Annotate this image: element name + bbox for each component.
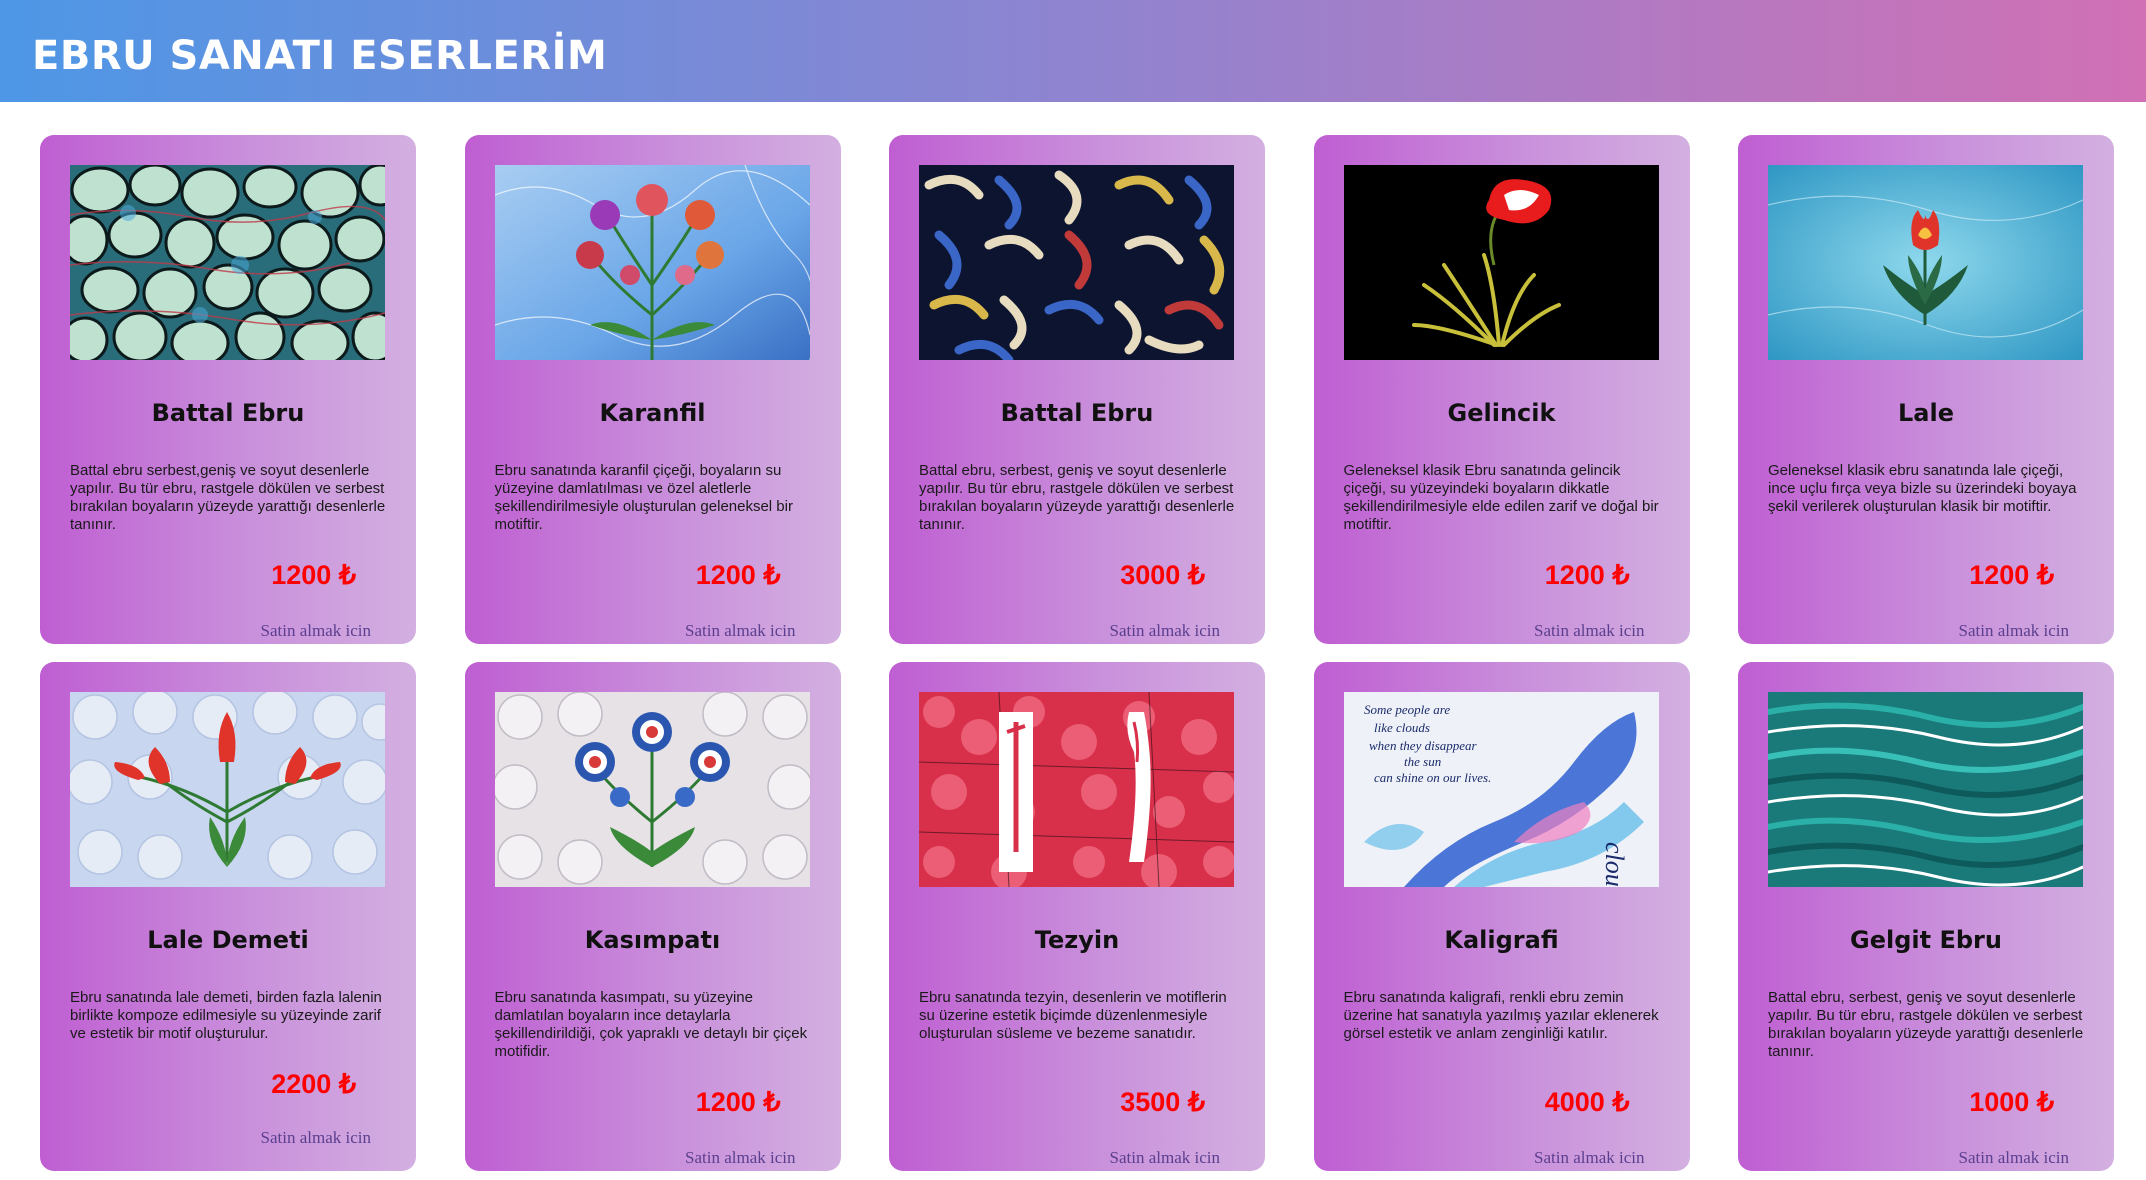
buy-link[interactable]: Satin almak icin [261,1128,371,1148]
artwork-description: Battal ebru serbest,geniş ve soyut desen… [70,462,386,533]
buy-link[interactable]: Satin almak icin [685,621,795,641]
artwork-card: Battal Ebru Battal ebru, serbest, geniş … [889,135,1265,644]
artwork-image [70,692,385,887]
artwork-image [1343,165,1659,360]
artwork-price: 1200 ₺ [1544,560,1630,590]
artwork-card: Gelincik Geleneksel klasik Ebru sanatınd… [1313,135,1690,644]
buy-link[interactable]: Satin almak icin [1110,1148,1220,1168]
buy-link[interactable]: Satin almak icin [1110,621,1220,641]
buy-link[interactable]: Satin almak icin [1534,621,1644,641]
artwork-card: Lale Geleneksel klasik ebru sanatında la… [1738,135,2114,644]
artwork-card: Gelgit Ebru Battal ebru, serbest, geniş … [1738,662,2114,1171]
svg-text:like clouds: like clouds [1374,720,1430,735]
artwork-card: Tezyin Ebru sanatında tezyin, desenlerin… [889,662,1265,1171]
artwork-title: Kasımpatı [584,926,721,954]
artwork-price: 2200 ₺ [271,1069,356,1099]
svg-text:when they disappear: when they disappear [1369,738,1478,753]
artwork-card: Kasımpatı Ebru sanatında kasımpatı, su y… [464,662,841,1171]
artwork-description: Ebru sanatında kasımpatı, su yüzeyine da… [494,989,808,1060]
svg-text:Some people are: Some people are [1364,702,1450,717]
artwork-title: Tezyin [1034,926,1120,954]
artwork-description: Ebru sanatında kaligrafi, renkli ebru ze… [1343,989,1659,1042]
artwork-price: 1200 ₺ [695,1087,781,1117]
artwork-image [1768,165,2083,360]
artwork-price: 3500 ₺ [1120,1087,1205,1117]
buy-link[interactable]: Satin almak icin [1959,1148,2069,1168]
artwork-image [70,165,385,360]
artwork-image [494,165,810,360]
artwork-description: Battal ebru, serbest, geniş ve soyut des… [1768,989,2084,1060]
artwork-description: Geleneksel klasik Ebru sanatında gelinci… [1343,462,1659,533]
buy-link[interactable]: Satin almak icin [685,1148,795,1168]
artwork-card: Lale Demeti Ebru sanatında lale demeti, … [40,662,416,1171]
artwork-title: Kaligrafi [1444,926,1559,954]
artwork-image: Some people are like clouds when they di… [1343,692,1659,887]
artwork-title: Lale [1898,399,1954,427]
page-title: EBRU SANATI ESERLERİM [32,33,608,79]
artwork-description: Battal ebru, serbest, geniş ve soyut des… [919,462,1235,533]
artwork-title: Gelincik [1447,399,1556,427]
artwork-price: 1000 ₺ [1969,1087,2054,1117]
artwork-price: 1200 ₺ [271,560,356,590]
artwork-title: Gelgit Ebru [1850,926,2002,954]
artwork-image [919,692,1234,887]
artwork-price: 1200 ₺ [1969,560,2054,590]
artwork-title: Karanfil [599,399,706,427]
artwork-description: Ebru sanatında lale demeti, birden fazla… [70,989,382,1042]
artwork-image [1768,692,2083,887]
buy-link[interactable]: Satin almak icin [1534,1148,1644,1168]
svg-text:clouds: clouds [1600,842,1629,887]
artwork-title: Battal Ebru [1000,399,1154,427]
artwork-card: Battal Ebru Battal ebru serbest,geniş ve… [40,135,416,644]
page-header: EBRU SANATI ESERLERİM [0,0,2146,102]
artwork-price: 4000 ₺ [1544,1087,1630,1117]
artwork-title: Battal Ebru [151,399,305,427]
artwork-title: Lale Demeti [147,926,309,954]
artwork-price: 1200 ₺ [695,560,781,590]
artwork-card: Karanfil Ebru sanatında karanfil çiçeği,… [464,135,841,644]
buy-link[interactable]: Satin almak icin [261,621,371,641]
artwork-description: Geleneksel klasik ebru sanatında lale çi… [1768,462,2077,515]
artwork-price: 3000 ₺ [1120,560,1205,590]
artwork-card: Some people are like clouds when they di… [1313,662,1690,1171]
svg-text:the sun: the sun [1404,754,1441,769]
svg-text:can shine on our lives.: can shine on our lives. [1374,770,1491,785]
artwork-image [919,165,1234,360]
artwork-description: Ebru sanatında tezyin, desenlerin ve mot… [919,989,1227,1042]
artwork-description: Ebru sanatında karanfil çiçeği, boyaları… [494,462,793,533]
artwork-grid: Battal Ebru Battal ebru serbest,geniş ve… [40,135,2114,1171]
buy-link[interactable]: Satin almak icin [1959,621,2069,641]
artwork-image [494,692,810,887]
